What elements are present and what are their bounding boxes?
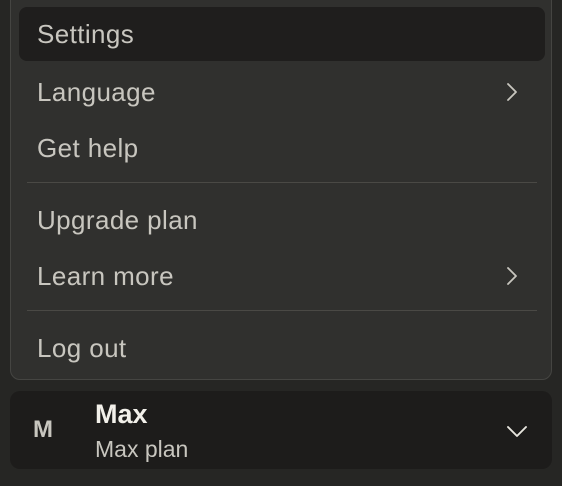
menu-item-label: Get help [37,132,139,163]
account-plan: Max plan [95,436,189,462]
menu-item-language[interactable]: Language [19,65,545,119]
menu-item-settings[interactable]: Settings [19,7,545,61]
menu-item-label: Language [37,76,156,107]
chevron-right-icon [507,83,517,101]
avatar: M [33,416,53,443]
account-menu: Settings Language Get help Upgrade plan … [10,0,552,380]
menu-item-label: Upgrade plan [37,204,198,235]
menu-item-label: Learn more [37,260,174,291]
menu-item-label: Log out [37,332,127,363]
menu-divider [27,310,537,311]
menu-item-upgrade-plan[interactable]: Upgrade plan [19,193,545,247]
chevron-down-icon[interactable] [504,418,530,444]
menu-item-learn-more[interactable]: Learn more [19,249,545,303]
menu-item-label: Settings [37,18,135,49]
menu-item-log-out[interactable]: Log out [19,321,545,375]
menu-divider [27,182,537,183]
account-switcher[interactable]: M Max Max plan [10,391,552,469]
chevron-right-icon [507,267,517,285]
account-name: Max [95,399,148,429]
menu-item-get-help[interactable]: Get help [19,121,545,175]
